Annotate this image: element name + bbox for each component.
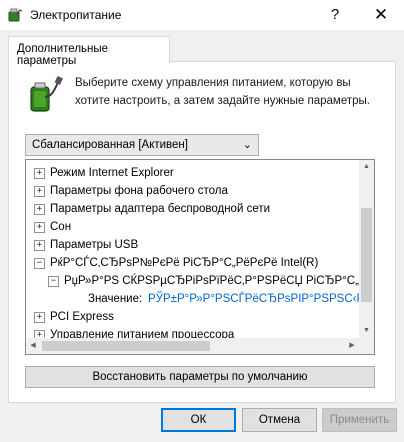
tree-item-usb[interactable]: + Параметры USB — [26, 236, 359, 254]
restore-defaults-button[interactable]: Восстановить параметры по умолчанию — [25, 366, 375, 388]
chevron-down-icon: ⌄ — [242, 139, 252, 151]
scroll-down-icon[interactable]: ▼ — [359, 324, 374, 338]
tab-label: Дополнительные параметры — [17, 43, 109, 67]
window-title: Электропитание — [30, 8, 122, 22]
power-scheme-selected: Сбалансированная [Активен] — [32, 139, 188, 151]
scroll-left-icon[interactable]: ◀ — [26, 338, 40, 354]
tree-item-value-row[interactable]: Значение: РЎР±Р°Р»Р°РЅСЃРёСЂРѕРІР°РЅРЅС‹… — [26, 290, 359, 308]
tree-item-pci-express[interactable]: + PCI Express — [26, 308, 359, 326]
tree-item-label: РќР°СЃС‚СЂРѕР№РєРё РіСЂР°С„РёРєРё Intel(… — [50, 257, 319, 269]
tree-items: + Режим Internet Explorer + Параметры фо… — [26, 160, 359, 338]
cancel-button[interactable]: Отмена — [242, 408, 317, 432]
tree-item-label: Параметры адаптера беспроводной сети — [50, 203, 271, 215]
scrollbar-corner — [359, 338, 374, 354]
close-button[interactable]: ✕ — [358, 0, 404, 30]
horizontal-scroll-thumb[interactable] — [42, 341, 210, 351]
ok-button[interactable]: ОК — [161, 408, 236, 432]
tab-advanced-settings[interactable]: Дополнительные параметры — [8, 36, 170, 67]
expand-icon[interactable]: + — [34, 222, 45, 233]
expand-icon[interactable]: + — [34, 186, 45, 197]
vertical-scroll-thumb[interactable] — [361, 208, 372, 302]
tree-item-label: Параметры USB — [50, 239, 139, 251]
expand-icon[interactable]: + — [34, 204, 45, 215]
tree-item-label: Параметры фона рабочего стола — [50, 185, 228, 197]
scroll-up-icon[interactable]: ▲ — [359, 160, 374, 174]
expand-icon[interactable]: + — [34, 168, 45, 179]
tree-item-label: PCI Express — [50, 311, 114, 323]
tree-item-ie-mode[interactable]: + Режим Internet Explorer — [26, 164, 359, 182]
tree-item-desktop-background[interactable]: + Параметры фона рабочего стола — [26, 182, 359, 200]
horizontal-scrollbar[interactable]: ◀ ▶ — [26, 338, 359, 354]
apply-button[interactable]: Применить — [322, 408, 397, 432]
battery-plug-icon — [8, 8, 23, 22]
power-scheme-dropdown[interactable]: Сбалансированная [Активен] ⌄ — [25, 134, 259, 156]
settings-tree[interactable]: + Режим Internet Explorer + Параметры фо… — [25, 159, 375, 355]
tree-item-sleep[interactable]: + Сон — [26, 218, 359, 236]
battery-charge-icon — [30, 76, 63, 112]
title-bar: Электропитание ? ✕ — [0, 0, 404, 30]
tree-item-wireless-adapter[interactable]: + Параметры адаптера беспроводной сети — [26, 200, 359, 218]
tree-item-processor-power[interactable]: + Управление питанием процессора — [26, 326, 359, 338]
vertical-scrollbar[interactable]: ▲ ▼ — [359, 160, 374, 338]
tree-item-label: РџР»Р°РЅ СЌРЅРµСЂРіРѕРїРёС‚Р°РЅРёСЏ РіСЂ… — [64, 275, 359, 287]
tree-item-label: Сон — [50, 221, 72, 233]
expand-icon[interactable]: + — [34, 240, 45, 251]
value-link[interactable]: РЎР±Р°Р»Р°РЅСЃРёСЂРѕРІР°РЅРЅС‹Р№ — [148, 290, 359, 308]
help-button[interactable]: ? — [312, 0, 358, 30]
expand-icon[interactable]: + — [34, 312, 45, 323]
collapse-icon[interactable]: − — [48, 276, 59, 287]
collapse-icon[interactable]: − — [34, 258, 45, 269]
value-label: Значение: — [88, 293, 143, 305]
tree-item-label: Управление питанием процессора — [50, 329, 235, 338]
tree-item-intel-graphics[interactable]: − РќР°СЃС‚СЂРѕР№РєРё РіСЂР°С„РёРєРё Inte… — [26, 254, 359, 272]
expand-icon[interactable]: + — [34, 330, 45, 338]
intro-text: Выберите схему управления питанием, кото… — [75, 77, 370, 107]
tree-item-label: Режим Internet Explorer — [50, 167, 174, 179]
scroll-right-icon[interactable]: ▶ — [345, 338, 359, 354]
tree-item-graphics-power-plan[interactable]: − РџР»Р°РЅ СЌРЅРµСЂРіРѕРїРёС‚Р°РЅРёСЏ Рі… — [26, 272, 359, 290]
